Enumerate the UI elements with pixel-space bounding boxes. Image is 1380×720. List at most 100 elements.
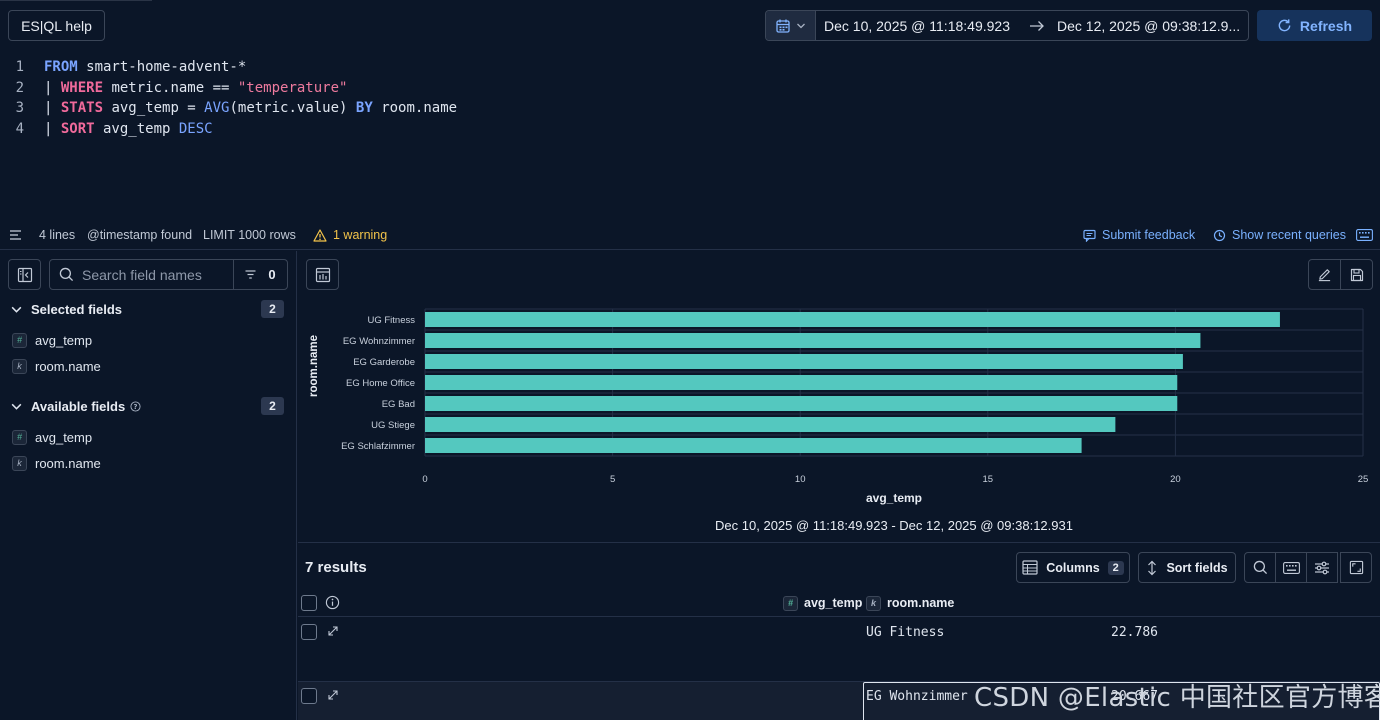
selected-fields-toggle[interactable]: Selected fields 2 [10, 297, 288, 321]
info-icon[interactable] [325, 595, 340, 610]
editor-status-bar: 4 lines @timestamp found LIMIT 1000 rows… [0, 220, 1380, 250]
number-type-icon: # [12, 332, 27, 348]
bar[interactable] [425, 438, 1082, 453]
sort-fields-label: Sort fields [1166, 560, 1228, 575]
tick-label: 20 [1170, 474, 1181, 485]
field-type-filter-button[interactable]: 0 [233, 260, 287, 289]
chart-options-button[interactable] [306, 259, 339, 290]
refresh-button[interactable]: Refresh [1257, 10, 1372, 41]
pipe: | [44, 121, 61, 137]
chevron-down-icon [10, 400, 23, 413]
group-field: room.name [372, 100, 458, 116]
fullscreen-icon [1349, 560, 1364, 575]
pencil-icon [1317, 267, 1332, 282]
keyword-stats: STATS [60, 100, 104, 116]
info-icon[interactable]: ? [130, 400, 141, 412]
function-avg: AVG [204, 100, 230, 116]
main-panel: UG Fitness EG Wohnzimmer EG Garderobe EG Ho… [298, 251, 1380, 720]
arrow-right-icon [1021, 11, 1053, 40]
pipe: | [44, 80, 61, 96]
category-label: EG Schlafzimmer [341, 441, 415, 452]
history-icon [1213, 229, 1226, 242]
save-visualization-button[interactable] [1340, 259, 1373, 290]
warning-icon [313, 228, 327, 242]
sort-fields-button[interactable]: Sort fields [1138, 552, 1236, 583]
display-settings-button[interactable] [1306, 552, 1338, 583]
columns-button[interactable]: Columns 2 [1016, 552, 1130, 583]
table-row[interactable]: 22.786 UG Fitness [298, 618, 1380, 681]
bar[interactable] [425, 312, 1280, 327]
bar[interactable] [425, 417, 1116, 432]
search-icon [59, 267, 74, 282]
field-name: avg_temp [35, 332, 93, 348]
code-line-1: 1 FROM smart-home-advent-* [0, 57, 247, 77]
keyboard-icon [1356, 229, 1373, 241]
keyboard-shortcuts-button[interactable] [1275, 552, 1307, 583]
column-header-avg-temp[interactable]: # avg_temp [783, 589, 862, 617]
filter-icon [245, 270, 256, 279]
available-fields-toggle[interactable]: Available fields ? 2 [10, 394, 288, 418]
cell-avg-temp: 22.786 [1111, 625, 1158, 640]
chevron-down-icon [10, 303, 23, 316]
category-label: EG Wohnzimmer [343, 336, 415, 347]
filter-count: 0 [268, 267, 276, 282]
refresh-label: Refresh [1299, 17, 1353, 34]
search-icon [1253, 560, 1268, 575]
table-icon [1022, 560, 1038, 575]
code-line-3: 3 | STATS avg_temp = AVG(metric.value) B… [0, 98, 458, 118]
field-item-avg-temp[interactable]: # avg_temp [12, 427, 92, 447]
bar[interactable] [425, 396, 1178, 411]
end-date[interactable]: Dec 12, 2025 @ 09:38:12.9... [1053, 11, 1243, 40]
keyword-by: BY [355, 100, 373, 116]
results-count: 7 results [305, 559, 367, 576]
save-icon [1350, 268, 1364, 282]
string-literal: "temperature" [237, 80, 348, 96]
row-checkbox[interactable] [301, 624, 317, 640]
edit-visualization-button[interactable] [1308, 259, 1341, 290]
bar[interactable] [425, 375, 1178, 390]
search-field-input[interactable] [82, 266, 232, 283]
columns-label: Columns [1046, 560, 1100, 575]
collapse-editor-button[interactable] [9, 220, 22, 250]
number-type-icon: # [783, 595, 798, 611]
grid-header: # avg_temp k room.name [298, 589, 1380, 617]
selected-fields-title: Selected fields [31, 301, 123, 317]
recent-queries-link[interactable]: Show recent queries [1213, 220, 1346, 250]
fullscreen-button[interactable] [1340, 552, 1372, 583]
category-label: EG Garderobe [353, 357, 415, 368]
toggle-sidebar-button[interactable] [8, 259, 41, 290]
index-pattern: smart-home-advent-* [77, 59, 247, 75]
column-label: room.name [887, 596, 955, 610]
limit-status: LIMIT 1000 rows [203, 228, 296, 242]
select-all-checkbox[interactable] [301, 595, 317, 611]
keyword-where: WHERE [60, 80, 104, 96]
warning-indicator[interactable]: 1 warning [313, 220, 387, 250]
bar[interactable] [425, 354, 1183, 369]
bar[interactable] [425, 333, 1201, 348]
keyboard-shortcuts-button[interactable] [1356, 220, 1373, 250]
search-results-button[interactable] [1244, 552, 1276, 583]
expand-row-icon[interactable] [327, 625, 339, 637]
cell-room-name: EG Wohnzimmer [866, 689, 968, 704]
field-list-sidebar: 0 Selected fields 2 # avg_temp k room.na… [0, 251, 297, 720]
available-fields-count: 2 [261, 397, 284, 415]
category-axis: UG Fitness EG Wohnzimmer EG Garderobe EG Ho… [341, 315, 415, 452]
comment-icon [1083, 229, 1096, 242]
date-picker[interactable]: Dec 10, 2025 @ 11:18:49.923 Dec 12, 2025… [765, 10, 1249, 41]
line-count: 4 lines [39, 228, 76, 242]
keyword-type-icon: k [866, 595, 881, 611]
query-editor[interactable]: 1 FROM smart-home-advent-* 2 | WHERE met… [0, 52, 1380, 220]
start-date[interactable]: Dec 10, 2025 @ 11:18:49.923 [816, 11, 1021, 40]
category-label: UG Stiege [371, 420, 415, 431]
quick-select-button[interactable] [766, 11, 816, 40]
column-header-room-name[interactable]: k room.name [866, 589, 954, 617]
field-item-avg-temp[interactable]: # avg_temp [12, 330, 92, 350]
row-checkbox[interactable] [301, 688, 317, 704]
expand-row-icon[interactable] [327, 689, 339, 701]
field-item-room-name[interactable]: k room.name [12, 453, 101, 473]
sort-icon [1146, 560, 1158, 576]
submit-feedback-link[interactable]: Submit feedback [1083, 220, 1195, 250]
esql-help-button[interactable]: ES|QL help [8, 10, 105, 41]
tick-label: 10 [795, 474, 806, 485]
field-item-room-name[interactable]: k room.name [12, 356, 101, 376]
